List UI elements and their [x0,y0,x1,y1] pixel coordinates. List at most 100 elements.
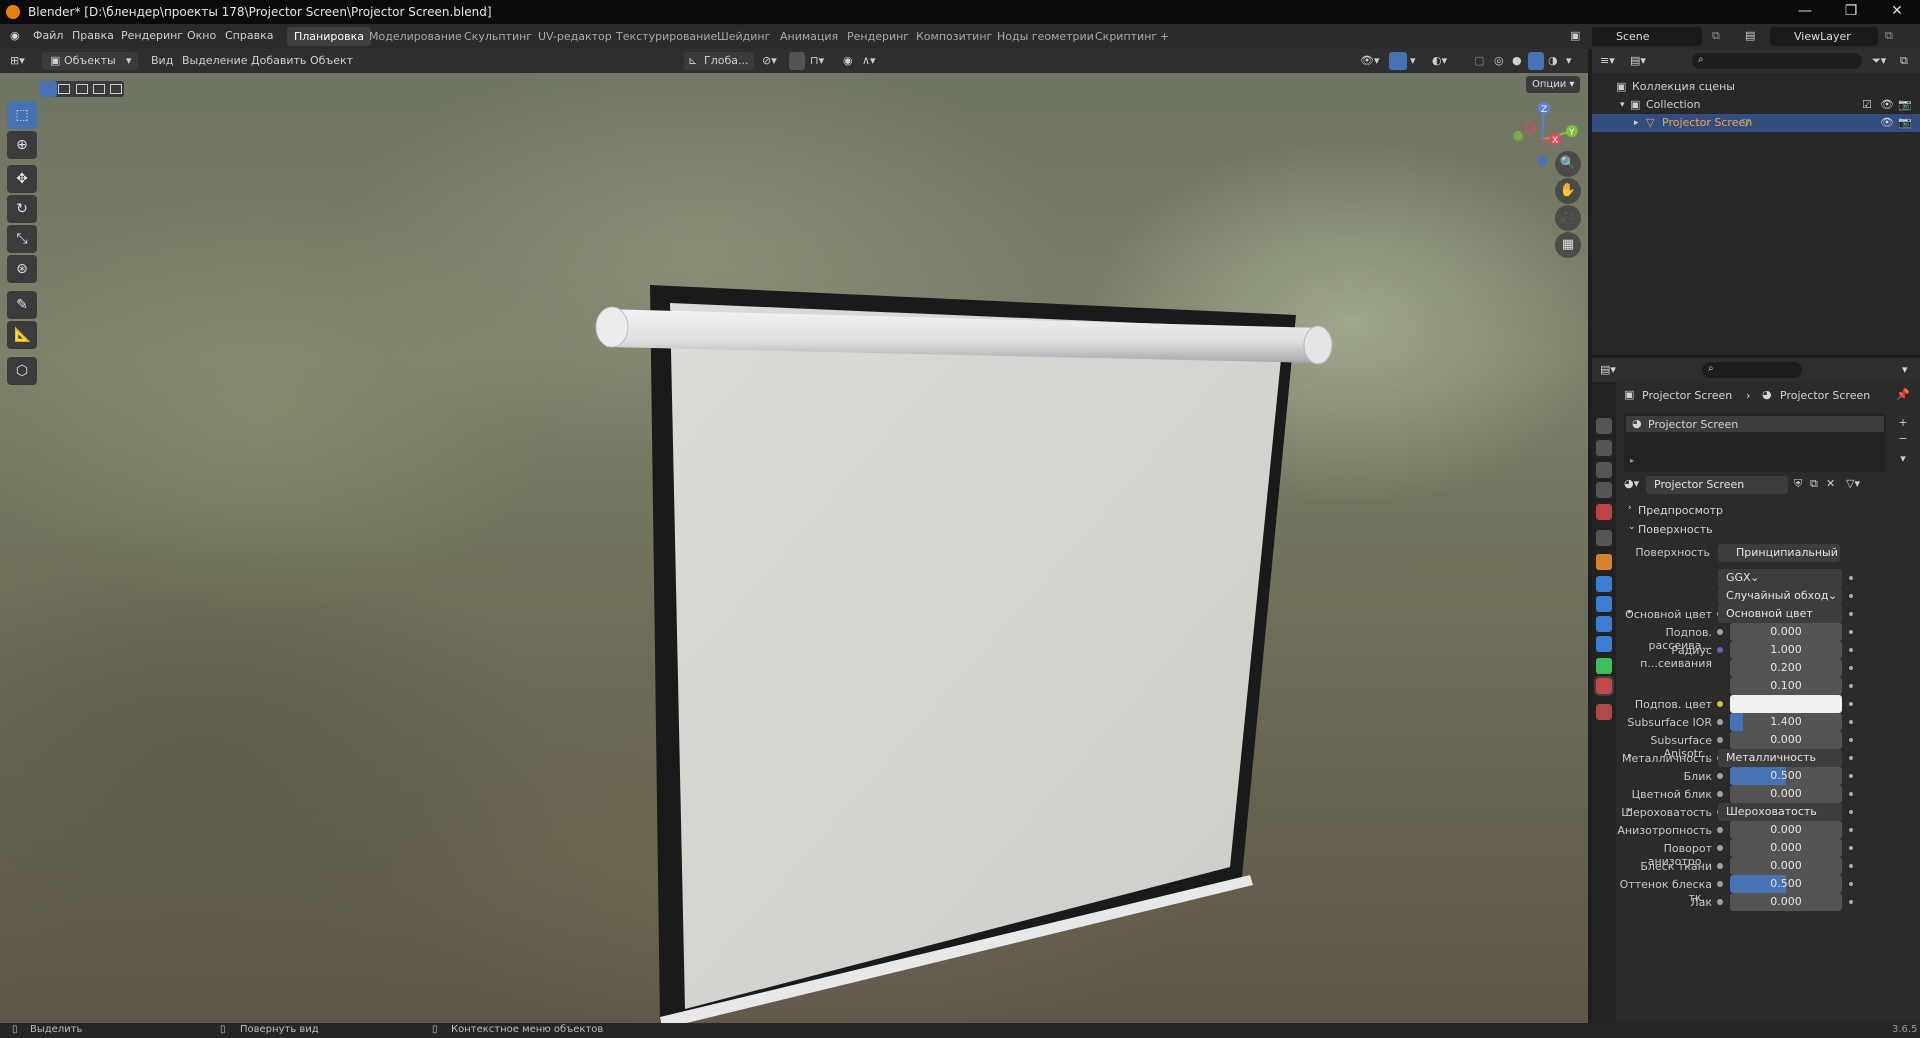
keyframe-dot[interactable] [1849,612,1853,616]
object-tab-icon[interactable] [1596,554,1612,570]
add-workspace-button[interactable]: + [1153,27,1176,46]
tab-modeling[interactable]: Моделирование [362,27,469,46]
projector-screen-object[interactable] [590,223,1350,1023]
socket-link-button[interactable] [1714,623,1726,641]
gizmo-dropdown-icon[interactable]: ▾ [1410,52,1416,70]
select-extend-icon[interactable] [58,84,70,94]
distribution-dropdown[interactable]: GGX ⌄ [1718,569,1842,587]
color-swatch[interactable] [1730,695,1842,713]
particles-tab-icon[interactable] [1596,596,1612,612]
solid-shading-icon[interactable]: ● [1512,52,1522,70]
visibility-eye-icon[interactable]: 👁 [1880,96,1894,114]
pin-icon[interactable]: 📌 [1896,388,1910,401]
add-slot-button[interactable]: + [1894,416,1912,432]
visibility-eye-icon[interactable]: 👁 [1880,114,1894,132]
unlink-material-icon[interactable]: ✕ [1826,477,1835,490]
select-invert-icon[interactable] [93,84,105,94]
perspective-grid-icon[interactable]: ▦ [1555,232,1581,258]
render-tab-icon[interactable] [1596,418,1612,434]
number-slider[interactable]: 0.500 [1730,875,1842,893]
menu-edit[interactable]: Правка [72,29,114,42]
keyframe-dot[interactable] [1849,702,1853,706]
blender-menu-icon[interactable]: ◉ [10,29,20,42]
number-slider[interactable]: 0.500 [1730,767,1842,785]
wireframe-shading-icon[interactable]: ◎ [1494,52,1504,70]
menu-help[interactable]: Справка [225,29,273,42]
socket-link-button[interactable] [1714,713,1726,731]
outliner-row-scene-collection[interactable]: ▣ Коллекция сцены [1592,78,1920,96]
remove-slot-button[interactable]: − [1894,432,1912,448]
socket-link-button[interactable] [1714,839,1726,857]
select-intersect-icon[interactable] [110,84,122,94]
physics-tab-icon[interactable] [1596,616,1612,632]
duplicate-material-icon[interactable]: ⧉ [1810,477,1818,491]
keyframe-dot[interactable] [1849,648,1853,652]
expand-arrow-icon[interactable]: ▸ [1634,114,1639,132]
zoom-icon[interactable]: 🔍 [1555,151,1581,177]
preview-panel-header[interactable]: › Предпросмотр [1624,502,1920,520]
keyframe-dot[interactable] [1849,684,1853,688]
display-mode-icon[interactable]: ▤▾ [1630,54,1646,67]
pan-hand-icon[interactable]: ✋ [1555,178,1581,204]
mode-selector[interactable]: ▣ Объекты ▾ [42,52,138,70]
socket-link-button[interactable] [1714,875,1726,893]
socket-link-button[interactable] [1714,857,1726,875]
tab-rendering[interactable]: Рендеринг [840,27,916,46]
measure-tool[interactable]: 📐 [7,321,37,349]
properties-search-input[interactable]: ⌕ [1702,362,1802,378]
linked-input-field[interactable]: Металличность [1718,749,1842,767]
view-layer-field[interactable]: ViewLayer [1770,27,1878,46]
number-slider[interactable]: 0.000 [1730,839,1842,857]
scene-selector-icon[interactable]: ▣ [1570,29,1580,42]
number-slider[interactable]: 0.000 [1730,857,1842,875]
shading-dropdown-icon[interactable]: ▾ [1566,52,1572,70]
linked-input-field[interactable]: Основной цвет [1718,605,1842,623]
number-slider[interactable]: 1.400 [1730,713,1842,731]
tab-sculpting[interactable]: Скульптинг [457,27,539,46]
gizmo-neg-x-ball[interactable] [1524,122,1536,134]
new-scene-icon[interactable]: ⧉ [1712,29,1720,43]
minimize-button[interactable]: — [1782,0,1828,24]
select-subtract-icon[interactable] [76,84,88,94]
fake-user-shield-icon[interactable]: ⛨ [1794,477,1802,491]
options-chevron-icon[interactable]: ▾ [1902,363,1908,376]
number-slider[interactable]: 0.000 [1730,821,1842,839]
tab-compositing[interactable]: Композитинг [909,27,999,46]
close-button[interactable]: ✕ [1874,0,1920,24]
collection-tab-icon[interactable] [1596,530,1612,546]
new-view-layer-icon[interactable]: ⧉ [1885,29,1893,43]
snap-toggle[interactable] [789,52,805,70]
socket-link-button[interactable] [1714,893,1726,911]
expand-arrow-icon[interactable]: ▸ [1630,456,1634,465]
options-button[interactable]: Опции ▾ [1526,76,1580,93]
outliner-row-projector-screen[interactable]: ▸ ▽ Projector Screen ▽ 👁 📷 [1592,114,1920,132]
maximize-button[interactable]: ❐ [1828,0,1874,24]
keyframe-dot[interactable] [1849,594,1853,598]
modifier-tab-icon[interactable] [1596,576,1612,592]
gizmo-neg-y-ball[interactable] [1513,131,1523,141]
subsurface-method-dropdown[interactable]: Случайный обход ⌄ [1718,587,1842,605]
visibility-icon[interactable]: 👁▾ [1360,52,1380,70]
material-name-field[interactable]: Projector Screen [1646,476,1788,494]
tab-animation[interactable]: Анимация [773,27,845,46]
outliner-row-collection[interactable]: ▾ ▣ Collection ☑ 👁 📷 [1592,96,1920,114]
number-slider[interactable]: 0.000 [1730,731,1842,749]
3d-viewport[interactable]: ⬚ ⊕ ✥ ↻ ⤡ ⊛ ✎ 📐 ⬡ Опции ▾ Z Y X 🔍 ✋ 🎥 ▦ [0,73,1588,1023]
mesh-data-icon[interactable]: ▽ [1742,114,1750,132]
constraints-tab-icon[interactable] [1596,636,1612,652]
menu-view[interactable]: Вид [151,52,173,70]
number-slider[interactable]: 1.000 [1730,641,1842,659]
keyframe-dot[interactable] [1849,756,1853,760]
keyframe-dot[interactable] [1849,720,1853,724]
material-slot-item[interactable]: ◕ Projector Screen [1626,416,1884,432]
select-box-tool[interactable]: ⬚ [7,101,37,129]
tab-uv-editing[interactable]: UV-редактор [531,27,619,46]
editor-type-icon[interactable]: ⊞▾ [10,52,25,70]
overlay-icon[interactable]: ◐▾ [1432,52,1447,70]
keyframe-dot[interactable] [1849,882,1853,886]
keyframe-dot[interactable] [1849,828,1853,832]
outliner-editor-type-icon[interactable]: ≡▾ [1600,54,1615,67]
gizmo-toggle[interactable] [1389,52,1407,70]
keyframe-dot[interactable] [1849,900,1853,904]
expand-arrow-icon[interactable]: ▾ [1620,96,1625,114]
